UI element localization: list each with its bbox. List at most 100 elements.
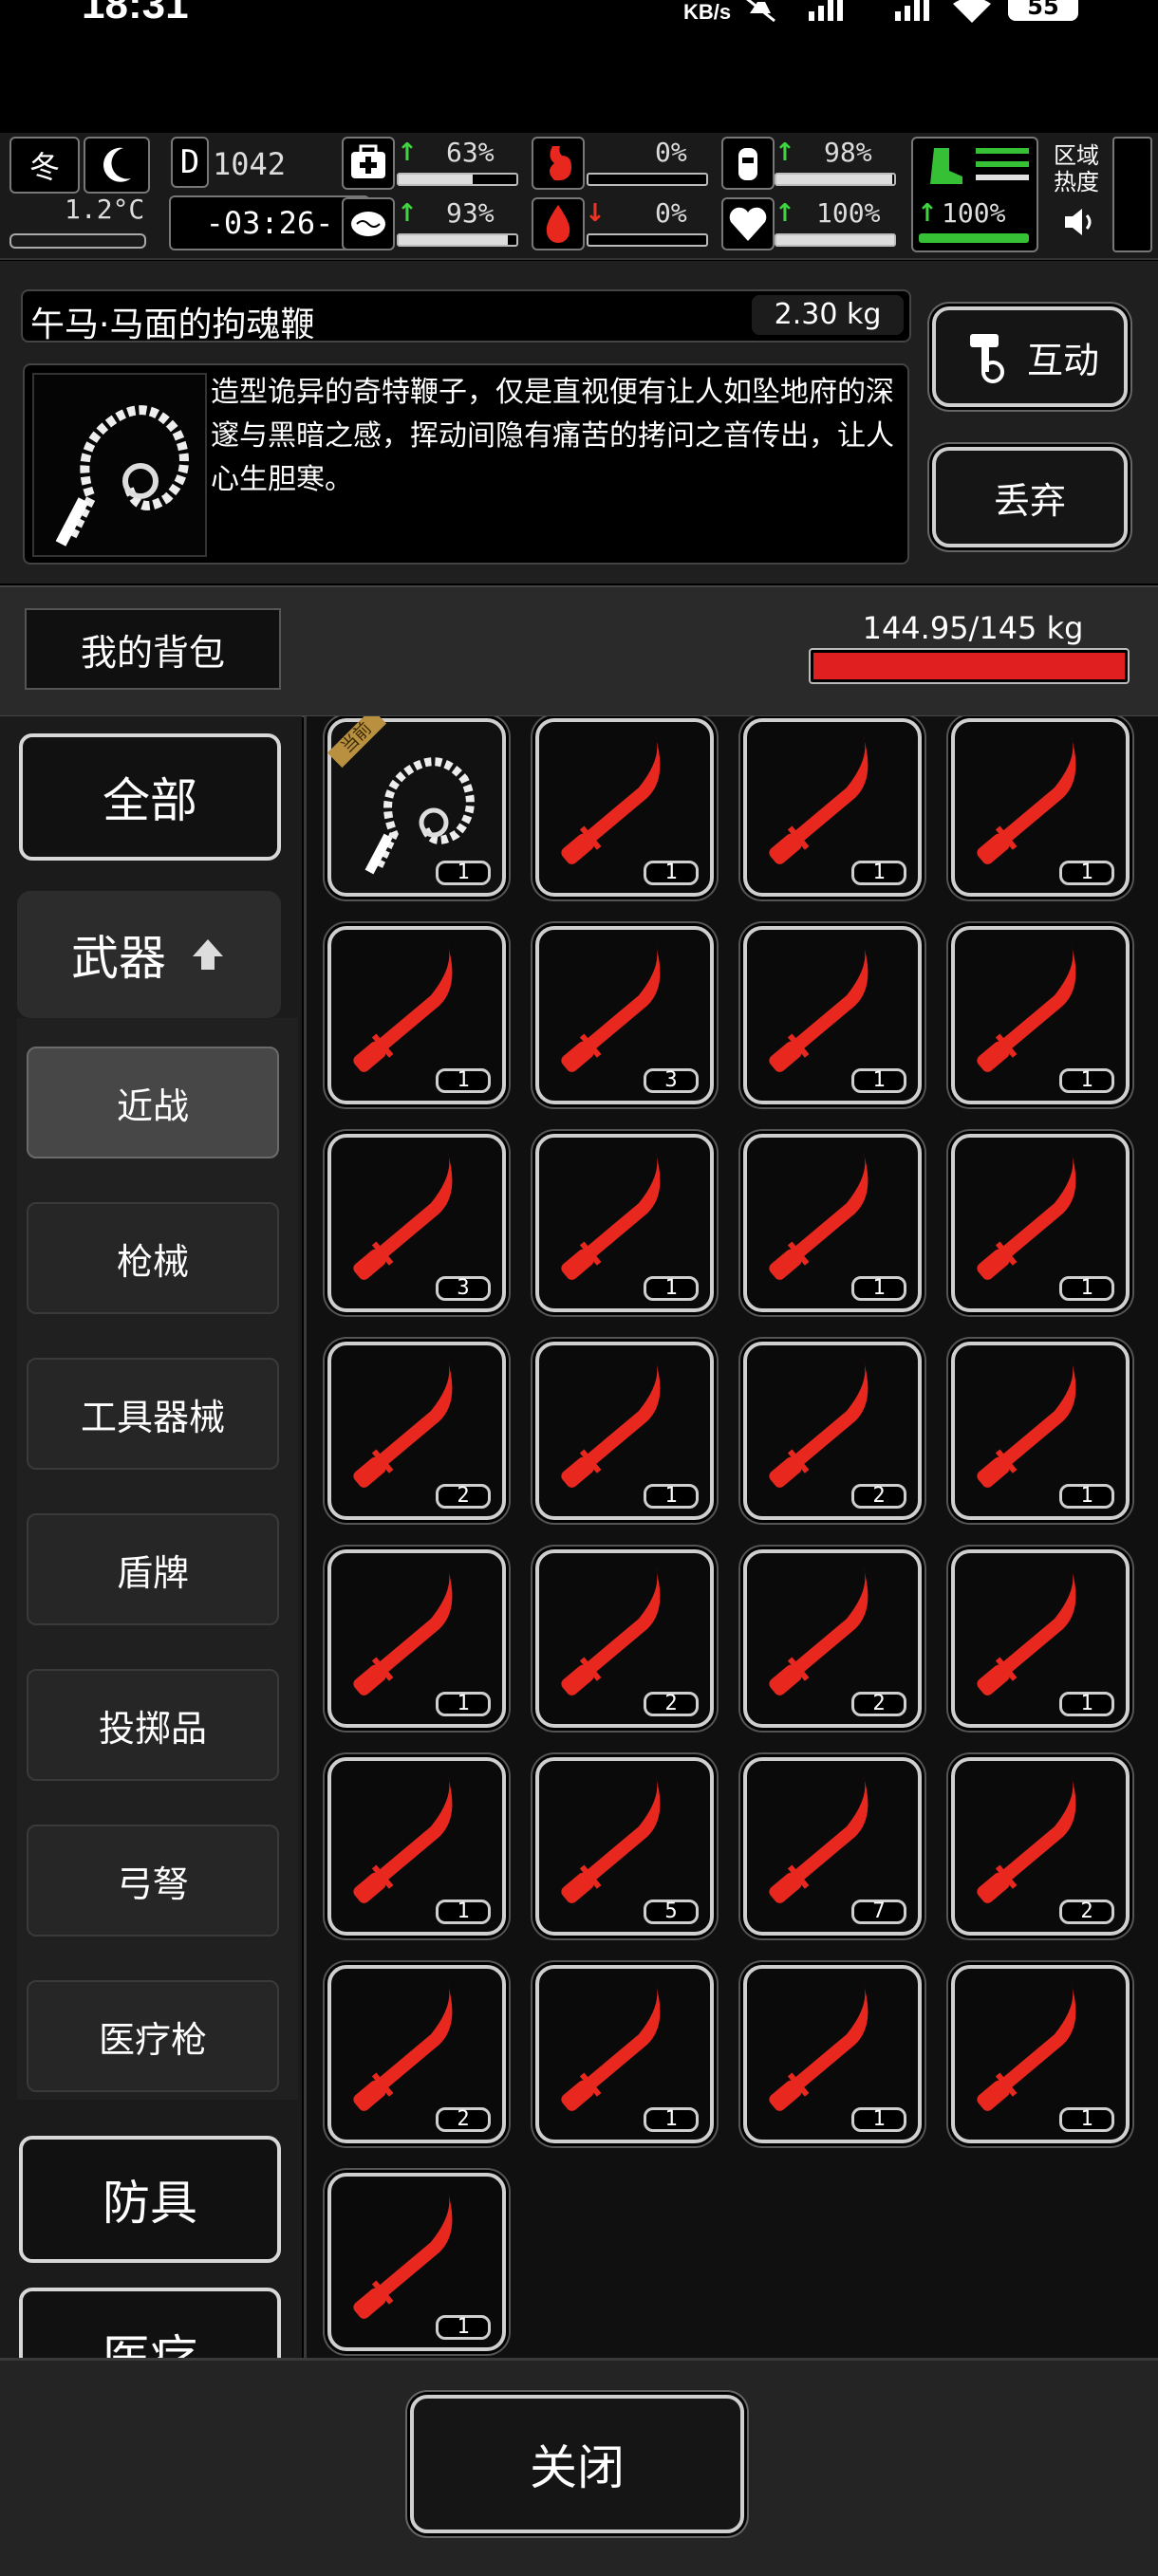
capacity-bar-fill xyxy=(813,653,1125,679)
fatigue-value: 100% xyxy=(942,197,1006,229)
inventory-slot[interactable]: 1 xyxy=(743,1134,922,1312)
blood-drop-icon xyxy=(532,197,585,250)
item-quantity: 2 xyxy=(851,1692,906,1716)
mute-icon xyxy=(746,0,775,23)
stomach-value: 0% xyxy=(655,137,687,168)
blood-down-arrow-icon: ↓ xyxy=(585,199,606,228)
stomach-icon xyxy=(532,137,585,190)
hammer-hand-icon xyxy=(969,334,1004,383)
inventory-slot[interactable]: 1 xyxy=(327,926,506,1104)
inventory-slot[interactable]: 1 xyxy=(951,1965,1130,2143)
hydration-up-arrow-icon: ↑ xyxy=(775,139,795,167)
inventory-slot[interactable]: 1 xyxy=(743,926,922,1104)
subcategory-shields[interactable]: 盾牌 xyxy=(27,1513,279,1625)
inventory-slot[interactable]: 2 xyxy=(743,1342,922,1520)
item-quantity: 1 xyxy=(644,861,699,885)
inventory-slot[interactable]: 1 xyxy=(951,1134,1130,1312)
heart-up-arrow-icon: ↑ xyxy=(775,199,795,228)
item-quantity: 2 xyxy=(436,2107,491,2132)
discard-button[interactable]: 丢弃 xyxy=(932,447,1128,547)
close-button[interactable]: 关闭 xyxy=(410,2395,744,2533)
water-bottle-icon xyxy=(721,137,775,190)
item-quantity: 1 xyxy=(1059,1068,1114,1093)
item-quantity: 1 xyxy=(1059,1692,1114,1716)
inventory-slot[interactable]: 1 xyxy=(535,1342,714,1520)
game-clock: -03:26- xyxy=(169,195,370,250)
item-name: 午马·马面的拘魂鞭 xyxy=(30,306,315,344)
item-weight: 2.30 kg xyxy=(752,295,904,335)
inventory-slot[interactable]: 3 xyxy=(535,926,714,1104)
inventory-slot[interactable]: 1 xyxy=(535,718,714,897)
inventory-slot[interactable]: 1 xyxy=(535,1134,714,1312)
bottom-bar: 关闭 xyxy=(0,2358,1158,2576)
health-up-arrow-icon: ↑ xyxy=(397,139,418,167)
inventory-slot[interactable]: 2 xyxy=(951,1757,1130,1936)
backpack-header: 我的背包 144.95/145 kg xyxy=(0,585,1158,717)
subcategory-bows[interactable]: 弓弩 xyxy=(27,1825,279,1937)
subcategory-tools[interactable]: 工具器械 xyxy=(27,1358,279,1470)
stamina-bar xyxy=(397,233,518,247)
subcategory-throwables[interactable]: 投掷品 xyxy=(27,1669,279,1781)
thermometer-icon xyxy=(9,233,146,249)
stomach-bar xyxy=(587,173,708,186)
inventory-grid: 1 当前 1 1 1 1 3 1 1 3 1 1 1 2 1 2 1 1 2 2 1 1 5 7 2 2 1 1 1 1 xyxy=(304,716,1158,2358)
item-quantity: 1 xyxy=(851,2107,906,2132)
inventory-slot[interactable]: 1 xyxy=(535,1965,714,2143)
region-heat-label: 区域 热度 xyxy=(1054,142,1099,195)
health-value: 63% xyxy=(446,137,495,168)
brain-icon xyxy=(342,197,395,250)
season-indicator: 冬 xyxy=(9,137,80,194)
inventory-slot[interactable]: 1 当前 xyxy=(327,716,506,897)
inventory-slot[interactable]: 2 xyxy=(743,1549,922,1728)
category-medical[interactable]: 医疗 xyxy=(19,2288,281,2358)
category-armor[interactable]: 防具 xyxy=(19,2136,281,2263)
item-quantity: 2 xyxy=(1059,1900,1114,1924)
inventory-slot[interactable]: 1 xyxy=(327,2173,506,2351)
inventory-slot[interactable]: 1 xyxy=(743,718,922,897)
network-speed: KB/s xyxy=(683,0,732,24)
inventory-slot[interactable]: 1 xyxy=(951,1549,1130,1728)
speaker-icon[interactable] xyxy=(1061,205,1099,239)
subcategory-medical-guns[interactable]: 医疗枪 xyxy=(27,1980,279,2092)
interact-button[interactable]: 互动 xyxy=(932,306,1128,407)
category-sidebar: 全部 武器 近战 枪械 工具器械 盾牌 投掷品 弓弩 医疗枪 防具 医疗 xyxy=(0,716,302,2358)
inventory-slot[interactable]: 2 xyxy=(327,1965,506,2143)
inventory-slot[interactable]: 7 xyxy=(743,1757,922,1936)
item-quantity: 1 xyxy=(851,1068,906,1093)
item-quantity: 1 xyxy=(851,861,906,885)
stamina-up-arrow-icon: ↑ xyxy=(397,199,418,228)
item-quantity: 1 xyxy=(851,1276,906,1301)
inventory-slot[interactable]: 1 xyxy=(951,718,1130,897)
inventory-slot[interactable]: 2 xyxy=(327,1342,506,1520)
stamina-value: 93% xyxy=(446,197,495,229)
item-quantity: 1 xyxy=(1059,2107,1114,2132)
subcategory-melee[interactable]: 近战 xyxy=(27,1047,279,1158)
item-description-box: 造型诡异的奇特鞭子，仅是直视便有让人如坠地府的深邃与黑暗之感，挥动间隐有痛苦的拷… xyxy=(23,363,909,565)
capacity-bar xyxy=(809,648,1130,684)
medkit-icon xyxy=(342,137,395,190)
boot-icon xyxy=(930,148,962,184)
region-heat-meter xyxy=(1112,137,1152,252)
item-quantity: 1 xyxy=(644,1276,699,1301)
day-counter: 1042 xyxy=(213,146,287,182)
category-weapons[interactable]: 武器 xyxy=(17,891,281,1018)
item-quantity: 1 xyxy=(436,2315,491,2340)
inventory-slot[interactable]: 1 xyxy=(327,1549,506,1728)
inventory-slot[interactable]: 1 xyxy=(951,926,1130,1104)
category-all[interactable]: 全部 xyxy=(19,733,281,861)
inventory-slot[interactable]: 1 xyxy=(951,1342,1130,1520)
hydration-value: 98% xyxy=(824,137,872,168)
inventory-slot[interactable]: 2 xyxy=(535,1549,714,1728)
heart-value: 100% xyxy=(816,197,881,229)
inventory-slot[interactable]: 5 xyxy=(535,1757,714,1936)
subcategory-firearms[interactable]: 枪械 xyxy=(27,1202,279,1314)
inventory-slot[interactable]: 3 xyxy=(327,1134,506,1312)
inventory-slot[interactable]: 1 xyxy=(327,1757,506,1936)
item-quantity: 1 xyxy=(436,1900,491,1924)
inventory-slot[interactable]: 1 xyxy=(743,1965,922,2143)
status-bar: 18:31 KB/s 55 xyxy=(0,0,1158,133)
battery-icon: 55 xyxy=(1008,0,1078,21)
arrow-up-icon xyxy=(193,939,223,970)
backpack-capacity: 144.95/145 kg xyxy=(862,610,1084,646)
signal-2-icon xyxy=(895,0,929,21)
